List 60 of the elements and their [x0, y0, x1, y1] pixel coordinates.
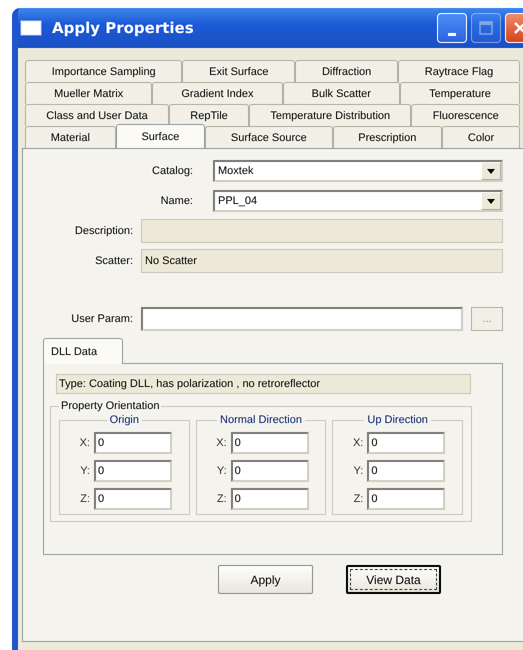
- input-field[interactable]: 0: [367, 460, 446, 482]
- tab[interactable]: Importance Sampling: [25, 60, 182, 82]
- dropdown[interactable]: PPL_04: [213, 190, 503, 212]
- field-label: Y:: [79, 465, 90, 477]
- tab[interactable]: Surface Source: [205, 126, 333, 148]
- field-label: Name:: [160, 195, 193, 207]
- tab[interactable]: Surface: [116, 124, 206, 148]
- minimize-button[interactable]: [437, 13, 467, 43]
- tab[interactable]: Prescription: [332, 126, 442, 148]
- group-title: Up Direction: [366, 414, 429, 426]
- minimize-icon: [448, 32, 456, 36]
- dropdown-value: Moxtek: [218, 165, 254, 177]
- input-field[interactable]: 0: [230, 460, 309, 482]
- tab[interactable]: Fluorescence: [411, 104, 520, 126]
- tab[interactable]: Raytrace Flag: [398, 60, 520, 82]
- tab[interactable]: DLL Data: [43, 338, 123, 364]
- field-label: Z:: [352, 493, 364, 505]
- tab[interactable]: Bulk Scatter: [282, 82, 400, 104]
- tab[interactable]: Temperature: [400, 82, 520, 104]
- field-label: User Param:: [70, 313, 133, 325]
- tab[interactable]: Material: [25, 126, 116, 148]
- tab[interactable]: Gradient Index: [152, 82, 283, 104]
- maximize-icon: [479, 21, 493, 35]
- dropdown-value: PPL_04: [218, 195, 258, 207]
- tab[interactable]: Exit Surface: [182, 60, 296, 82]
- tab[interactable]: Temperature Distribution: [249, 104, 412, 126]
- tab[interactable]: Color: [442, 126, 520, 148]
- window-icon: [20, 20, 42, 36]
- input-field[interactable]: [141, 307, 463, 331]
- group-title: Normal Direction: [219, 414, 303, 426]
- group-title: Property Orientation: [60, 400, 160, 412]
- readonly-field: Type: Coating DLL, has polarization , no retroreflector: [56, 374, 471, 394]
- field-label: Y:: [216, 465, 227, 477]
- field-label: X:: [215, 437, 227, 449]
- tab[interactable]: Mueller Matrix: [25, 82, 152, 104]
- dropdown[interactable]: Moxtek: [213, 160, 503, 182]
- field-label: Z:: [79, 493, 90, 505]
- input-field[interactable]: 0: [230, 432, 309, 454]
- field-label: Description:: [74, 225, 133, 237]
- group-title: Origin: [108, 414, 140, 426]
- field-label: Catalog:: [151, 165, 193, 177]
- input-field[interactable]: 0: [94, 488, 172, 510]
- close-icon: [513, 21, 523, 35]
- input-field[interactable]: 0: [94, 460, 172, 482]
- window-title: Apply Properties: [52, 19, 194, 37]
- field-label: X:: [352, 437, 364, 449]
- button[interactable]: Apply: [218, 565, 313, 594]
- input-field[interactable]: 0: [367, 432, 446, 454]
- input-field[interactable]: 0: [367, 488, 446, 510]
- tab[interactable]: Class and User Data: [25, 104, 170, 126]
- readonly-field: No Scatter: [141, 249, 503, 273]
- input-field[interactable]: 0: [94, 432, 172, 454]
- field-label: Z:: [216, 493, 227, 505]
- field-label: X:: [78, 437, 90, 449]
- field-label: Scatter:: [94, 255, 133, 267]
- button[interactable]: View Data: [346, 565, 441, 594]
- tab[interactable]: RepTile: [169, 104, 250, 126]
- field-label: Y:: [352, 465, 364, 477]
- tab[interactable]: Diffraction: [295, 60, 398, 82]
- input-field[interactable]: 0: [230, 488, 309, 510]
